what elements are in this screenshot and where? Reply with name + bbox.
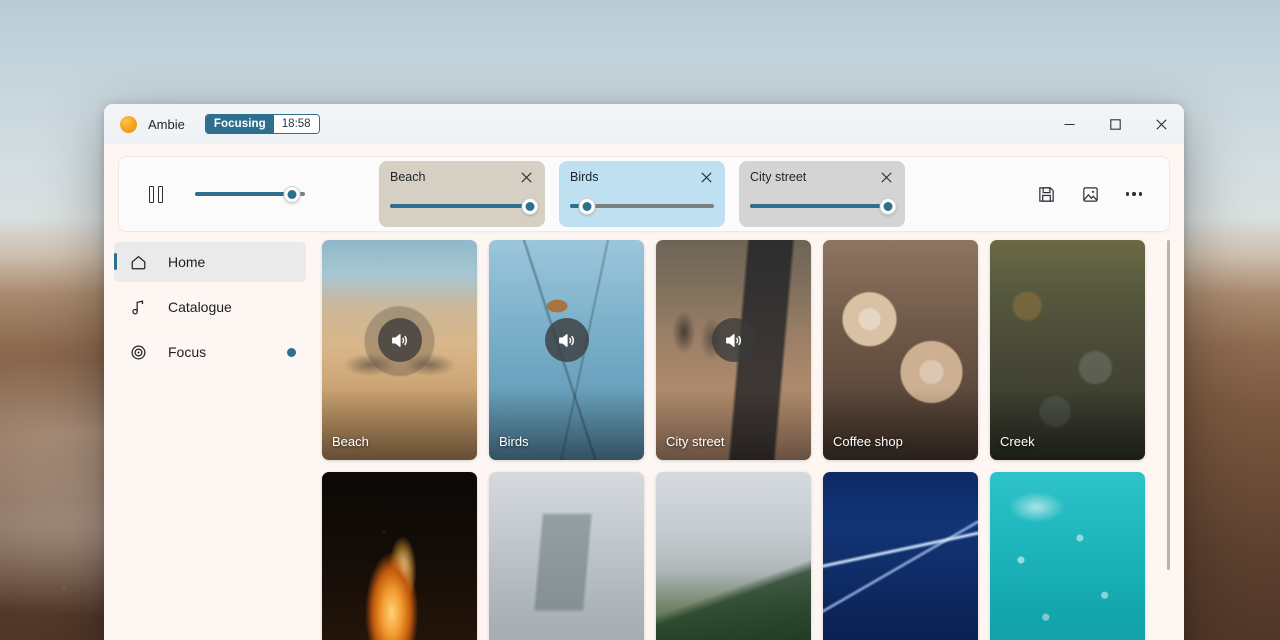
- target-icon: [128, 342, 148, 362]
- speaker-icon: [559, 333, 574, 347]
- slider-fill: [750, 204, 889, 208]
- chip-header: Beach: [390, 170, 534, 185]
- sound-card-water[interactable]: [990, 472, 1145, 640]
- chip-label: City street: [750, 170, 807, 184]
- playing-indicator: [544, 318, 589, 362]
- sidebar-item-label: Home: [168, 254, 206, 270]
- chip-close-button[interactable]: [698, 169, 714, 185]
- focus-status-badge[interactable]: Focusing 18:58: [204, 114, 320, 134]
- slider-thumb[interactable]: [879, 197, 897, 215]
- card-label: City street: [666, 434, 725, 449]
- sidebar-item-home[interactable]: Home: [114, 242, 306, 282]
- card-label: Beach: [332, 434, 369, 449]
- pause-icon: [149, 185, 163, 203]
- card-gradient: [489, 388, 644, 460]
- card-gradient: [823, 388, 978, 460]
- card-artwork: [322, 472, 477, 640]
- chip-header: City street: [750, 170, 894, 185]
- sidebar-item-label: Catalogue: [168, 299, 232, 315]
- window-body: Home Catalogue Focus Beach Birds City st…: [104, 232, 1184, 640]
- card-artwork: [656, 472, 811, 640]
- sidebar-item-label: Focus: [168, 344, 207, 360]
- ellipsis-icon: [1125, 192, 1143, 196]
- sound-card-fire[interactable]: [322, 472, 477, 640]
- player-bar-wrapper: Beach Birds City street: [104, 144, 1184, 232]
- active-sound-chips: Beach Birds City street: [379, 161, 905, 227]
- card-artwork: [489, 472, 644, 640]
- maximize-button[interactable]: [1092, 104, 1138, 144]
- sound-chip-beach[interactable]: Beach: [379, 161, 545, 227]
- card-gradient: [322, 388, 477, 460]
- chip-close-button[interactable]: [518, 169, 534, 185]
- minimize-icon: [1064, 123, 1074, 125]
- focus-badge-label: Focusing: [205, 115, 274, 133]
- player-bar: Beach Birds City street: [118, 156, 1170, 232]
- card-gradient: [656, 388, 811, 460]
- focus-badge-time: 18:58: [273, 115, 319, 133]
- more-options-button[interactable]: [1119, 179, 1149, 209]
- catalogue-content: Beach Birds City street Coffee shop Cree…: [316, 232, 1184, 640]
- master-volume-slider[interactable]: [195, 185, 305, 203]
- sound-card-grid: Beach Birds City street Coffee shop Cree…: [316, 240, 1184, 640]
- chip-close-button[interactable]: [878, 169, 894, 185]
- screenshot-button[interactable]: [1075, 179, 1105, 209]
- ambie-app-window: Ambie Focusing 18:58 Beach Birds City st…: [104, 104, 1184, 640]
- maximize-icon: [1109, 118, 1121, 130]
- app-title: Ambie: [148, 116, 185, 132]
- window-controls: [1046, 104, 1184, 144]
- playing-indicator: [711, 318, 756, 362]
- sound-chip-city-street[interactable]: City street: [739, 161, 905, 227]
- speaker-icon: [392, 333, 407, 347]
- card-label: Coffee shop: [833, 434, 903, 449]
- sound-card-forest[interactable]: [656, 472, 811, 640]
- close-icon: [1155, 118, 1167, 130]
- close-button[interactable]: [1138, 104, 1184, 144]
- card-label: Birds: [499, 434, 529, 449]
- minimize-button[interactable]: [1046, 104, 1092, 144]
- card-artwork: [990, 472, 1145, 640]
- close-icon: [520, 171, 532, 183]
- music-note-icon: [128, 297, 148, 317]
- desktop-wallpaper: Ambie Focusing 18:58 Beach Birds City st…: [0, 0, 1280, 640]
- image-icon: [1082, 186, 1098, 202]
- sidebar-item-catalogue[interactable]: Catalogue: [114, 287, 306, 327]
- save-icon: [1038, 186, 1054, 202]
- player-actions: [1031, 179, 1155, 209]
- home-icon: [128, 252, 148, 272]
- slider-fill: [390, 204, 534, 208]
- save-button[interactable]: [1031, 179, 1061, 209]
- chip-label: Birds: [570, 170, 599, 184]
- sound-card-storm[interactable]: [823, 472, 978, 640]
- sidebar-item-focus[interactable]: Focus: [114, 332, 306, 372]
- card-gradient: [990, 388, 1145, 460]
- card-artwork: [823, 472, 978, 640]
- slider-thumb[interactable]: [521, 197, 539, 215]
- sound-card-coffee-shop[interactable]: Coffee shop: [823, 240, 978, 460]
- sound-card-beach[interactable]: Beach: [322, 240, 477, 460]
- sound-card-creek[interactable]: Creek: [990, 240, 1145, 460]
- sound-card-rain[interactable]: [489, 472, 644, 640]
- sidebar-navigation: Home Catalogue Focus: [104, 232, 316, 640]
- ambie-circle-logo-icon: [120, 115, 137, 133]
- slider-fill: [195, 192, 292, 196]
- vertical-scrollbar[interactable]: [1167, 240, 1170, 570]
- window-titlebar: Ambie Focusing 18:58: [104, 104, 1184, 144]
- chip-volume-slider[interactable]: [570, 197, 714, 215]
- close-icon: [700, 171, 712, 183]
- close-icon: [880, 171, 892, 183]
- speaker-icon: [726, 333, 741, 347]
- sound-card-city-street[interactable]: City street: [656, 240, 811, 460]
- slider-thumb[interactable]: [578, 197, 596, 215]
- card-label: Creek: [1000, 434, 1035, 449]
- chip-header: Birds: [570, 170, 714, 185]
- pause-button[interactable]: [141, 179, 171, 209]
- sound-card-birds[interactable]: Birds: [489, 240, 644, 460]
- slider-thumb[interactable]: [283, 185, 301, 203]
- chip-volume-slider[interactable]: [750, 197, 897, 215]
- focus-active-dot: [287, 347, 296, 357]
- chip-volume-slider[interactable]: [390, 197, 539, 215]
- chip-label: Beach: [390, 170, 426, 184]
- sound-chip-birds[interactable]: Birds: [559, 161, 725, 227]
- playing-indicator: [377, 318, 422, 362]
